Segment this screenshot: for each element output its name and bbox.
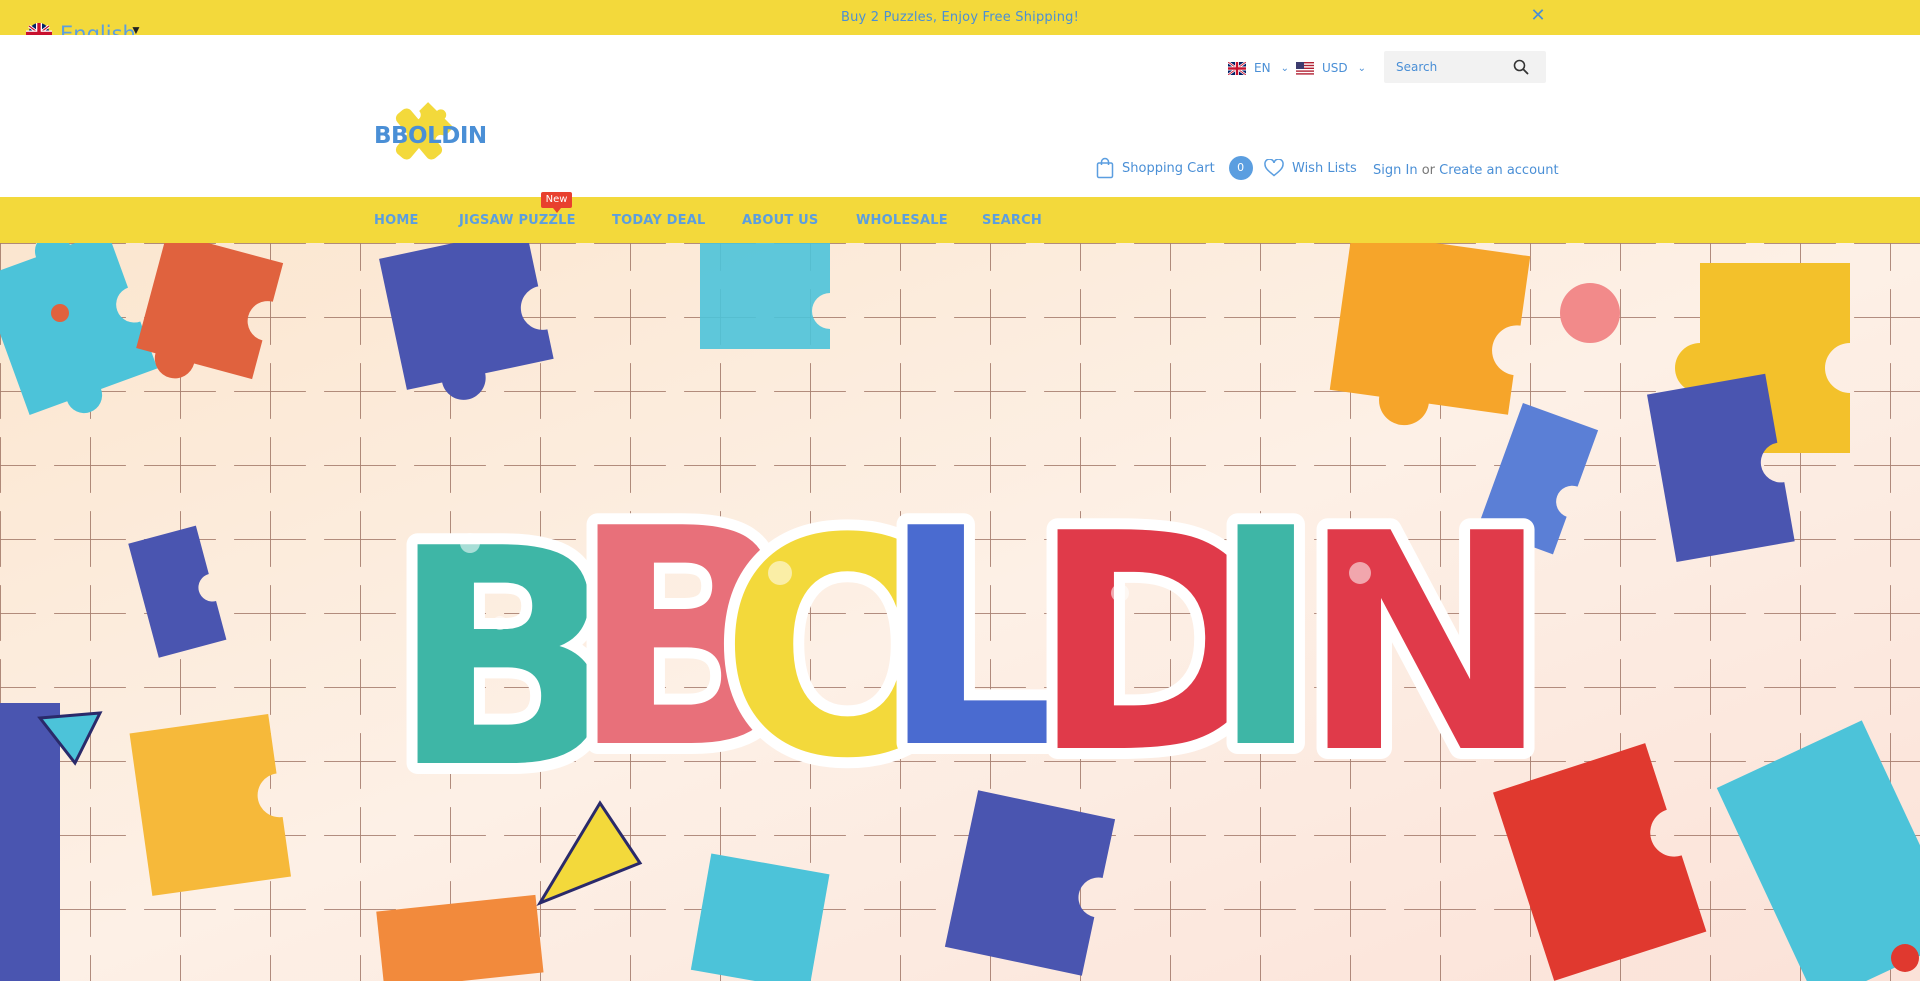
search-icon[interactable] <box>1512 58 1530 76</box>
nav-item-home[interactable]: Home <box>374 213 419 228</box>
nav-item-today-deal[interactable]: Today Deal <box>612 213 705 228</box>
announcement-text: Buy 2 Puzzles, Enjoy Free Shipping! <box>840 10 1080 25</box>
hero-puzzle-illustration: B B O L D I N <box>0 243 1920 981</box>
header-search <box>1384 51 1546 83</box>
hero-letter: N <box>1300 470 1551 819</box>
announcement-bar: Buy 2 Puzzles, Enjoy Free Shipping! ✕ <box>0 0 1920 35</box>
chevron-down-icon: ⌄ <box>1280 62 1289 74</box>
search-input[interactable] <box>1396 58 1516 76</box>
heart-icon <box>1264 159 1284 177</box>
language-selector[interactable]: EN ⌄ <box>1228 59 1289 77</box>
us-flag-icon <box>1296 61 1314 75</box>
sign-in-link[interactable]: Sign In <box>1373 163 1418 178</box>
chevron-down-icon: ⌄ <box>1357 62 1367 74</box>
nav-item-about-us[interactable]: About Us <box>742 213 819 228</box>
currency-code: USD <box>1322 61 1348 75</box>
wishlist-label: Wish Lists <box>1292 160 1357 176</box>
shopping-bag-icon <box>1096 157 1114 179</box>
logo-text: BBOLDIN <box>374 123 487 149</box>
site-logo[interactable]: BBOLDIN <box>374 99 487 167</box>
new-badge: New <box>541 192 572 213</box>
site-header: EN ⌄ USD ⌄ BBOLDIN <box>0 35 1920 197</box>
nav-item-search[interactable]: Search <box>982 213 1042 228</box>
cart-count-badge: 0 <box>1228 156 1253 180</box>
close-icon[interactable]: ✕ <box>1528 5 1548 27</box>
wishlist-link[interactable]: Wish Lists <box>1264 157 1357 179</box>
shopping-cart-link[interactable]: Shopping Cart 0 <box>1096 156 1253 180</box>
create-account-link[interactable]: Create an account <box>1439 163 1558 178</box>
cart-label: Shopping Cart <box>1122 160 1215 176</box>
main-nav: Home Jigsaw Puzzle Today Deal About Us W… <box>0 197 1920 243</box>
nav-item-jigsaw-puzzle[interactable]: Jigsaw Puzzle <box>459 213 576 228</box>
account-links: Sign In or Create an account <box>1373 163 1559 178</box>
or-text: or <box>1421 163 1436 178</box>
nav-item-wholesale[interactable]: Wholesale <box>856 213 948 228</box>
uk-flag-icon <box>1228 61 1246 75</box>
hero-banner[interactable]: B B O L D I N <box>0 243 1920 981</box>
language-code: EN <box>1254 61 1271 75</box>
currency-selector[interactable]: USD ⌄ <box>1296 59 1366 77</box>
